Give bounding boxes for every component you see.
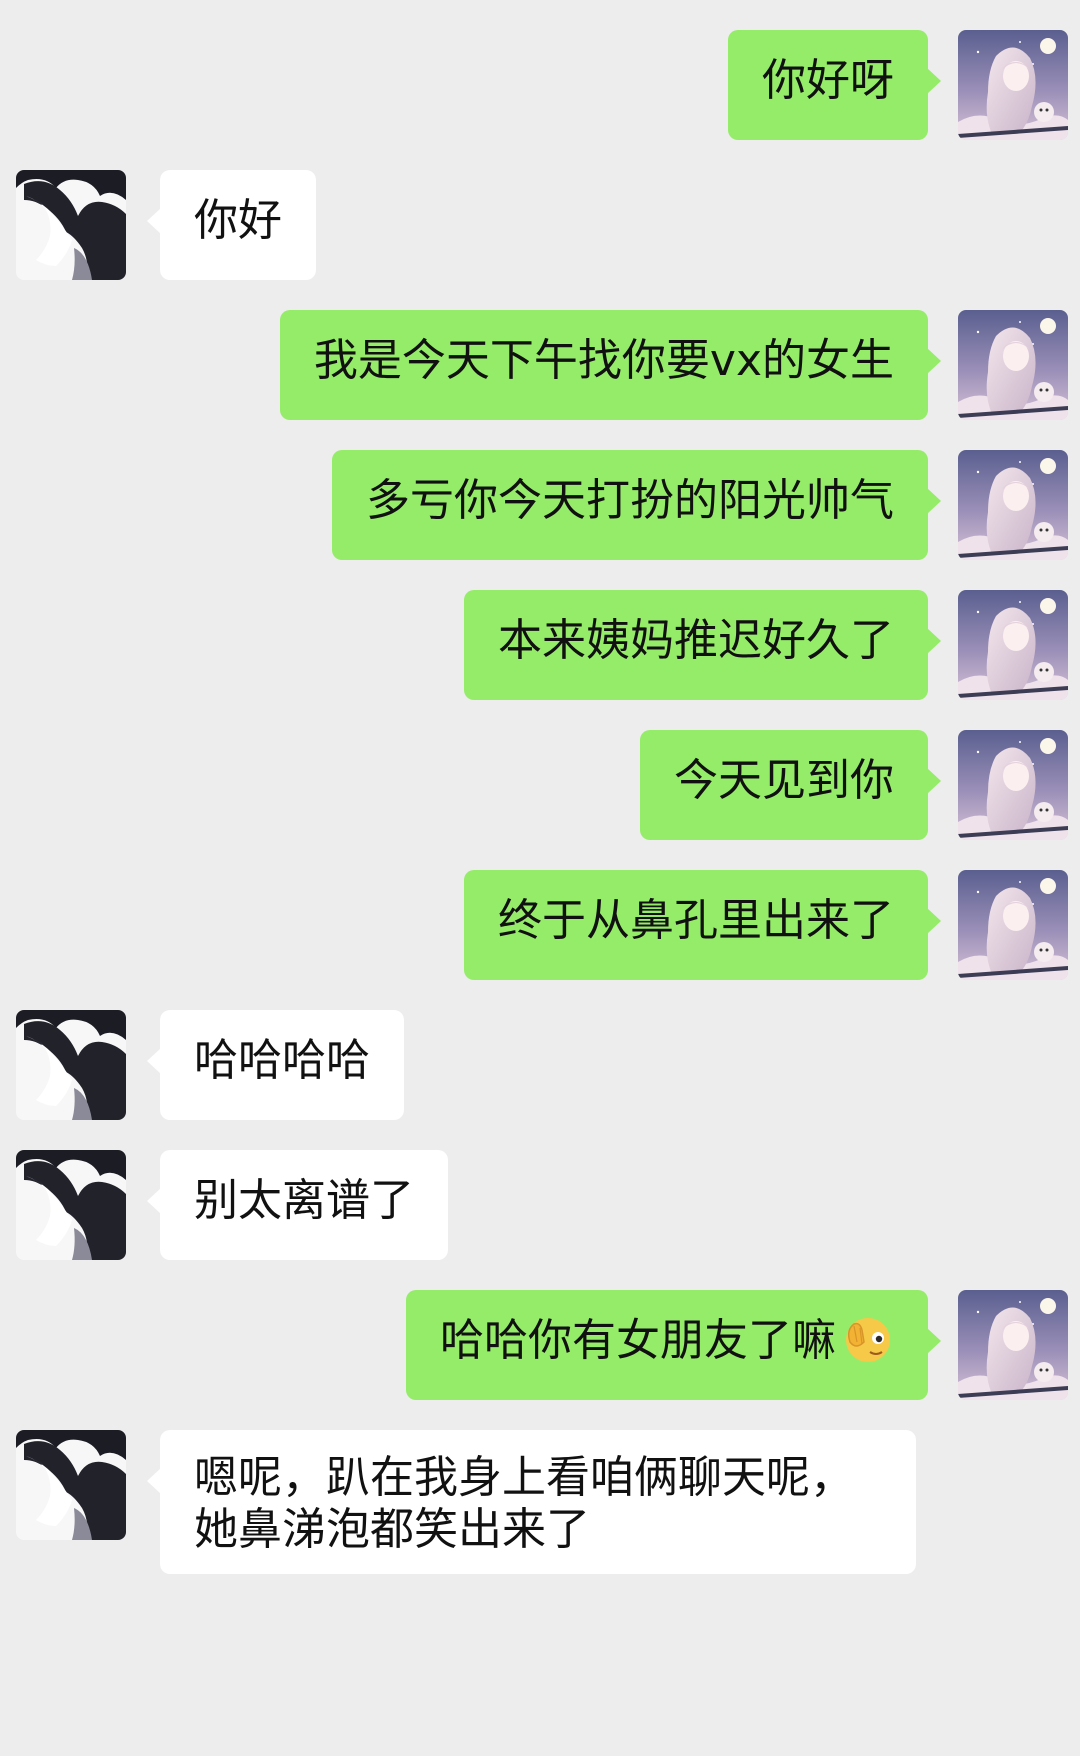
chat-area[interactable]: 你好呀 你好 我是今天下午找你要vx的女生 多亏你今天打扮的阳光帅气 本来姨妈推…	[0, 0, 1080, 1756]
my-avatar-icon[interactable]	[958, 30, 1068, 140]
message-bubble-outgoing[interactable]: 你好呀	[728, 30, 941, 140]
contact-avatar-icon[interactable]	[16, 1010, 126, 1120]
message-bubble-outgoing[interactable]: 我是今天下午找你要vx的女生	[279, 310, 942, 420]
message-bubble-incoming[interactable]: 哈哈哈哈	[147, 1010, 404, 1120]
contact-avatar-icon[interactable]	[16, 1150, 126, 1260]
my-avatar-icon[interactable]	[958, 1290, 1068, 1400]
message-bubble-outgoing[interactable]: 本来姨妈推迟好久了	[464, 590, 941, 700]
my-avatar-icon[interactable]	[958, 870, 1068, 980]
message-bubble-outgoing[interactable]: 哈哈你有女朋友了嘛	[406, 1290, 941, 1400]
my-avatar-icon[interactable]	[958, 310, 1068, 420]
my-avatar-icon[interactable]	[958, 590, 1068, 700]
message-text: 哈哈你有女朋友了嘛	[440, 1315, 836, 1366]
message-bubble-outgoing[interactable]: 多亏你今天打扮的阳光帅气	[332, 450, 941, 560]
my-avatar-icon[interactable]	[958, 730, 1068, 840]
message-line: 嗯呢，趴在我身上看咱俩聊天呢，	[194, 1452, 854, 1503]
contact-avatar-icon[interactable]	[16, 170, 126, 280]
message-bubble-incoming[interactable]: 嗯呢，趴在我身上看咱俩聊天呢， 她鼻涕泡都笑出来了	[147, 1430, 916, 1574]
my-avatar-icon[interactable]	[958, 450, 1068, 560]
message-bubble-outgoing[interactable]: 终于从鼻孔里出来了	[464, 870, 941, 980]
message-bubble-incoming[interactable]: 你好	[147, 170, 316, 280]
facepalm-peek-emoji-icon	[840, 1312, 894, 1366]
message-bubble-outgoing[interactable]: 今天见到你	[640, 730, 941, 840]
message-bubble-incoming[interactable]: 别太离谱了	[147, 1150, 448, 1260]
contact-avatar-icon[interactable]	[16, 1430, 126, 1540]
message-line: 她鼻涕泡都笑出来了	[194, 1504, 590, 1555]
